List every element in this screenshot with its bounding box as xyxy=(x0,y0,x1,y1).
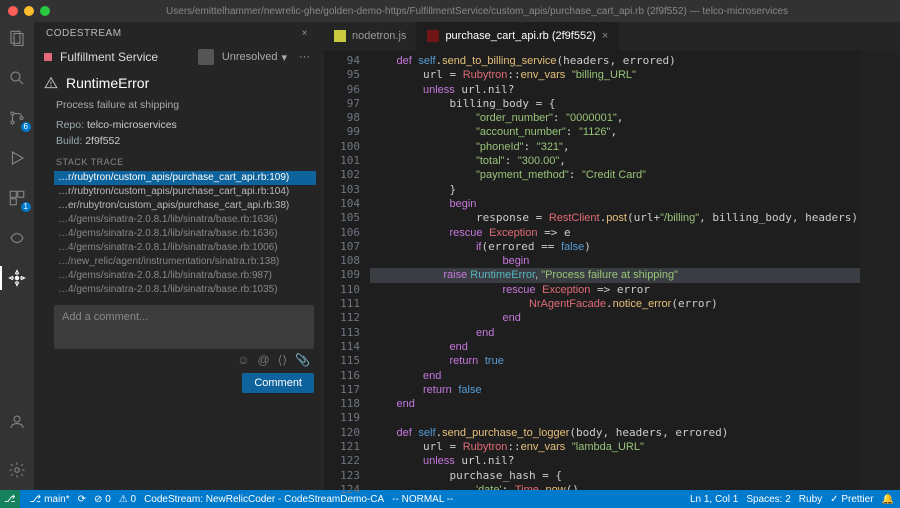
codestream-panel: CODESTREAM × Fulfillment Service Unresol… xyxy=(34,22,324,490)
run-debug-icon[interactable] xyxy=(5,146,29,170)
emoji-icon[interactable]: ☺ xyxy=(237,353,249,367)
search-icon[interactable] xyxy=(5,66,29,90)
stack-frame[interactable]: …4/gems/sinatra-2.0.8.1/lib/sinatra/base… xyxy=(54,283,316,297)
accounts-icon[interactable] xyxy=(5,410,29,434)
minimap[interactable] xyxy=(860,50,900,490)
status-bar: ⎇ ⎇ main* ⟳ ⊘ 0 ⚠ 0 CodeStream: NewRelic… xyxy=(0,490,900,508)
error-detail: Process failure at shipping xyxy=(34,97,324,117)
indent-setting[interactable]: Spaces: 2 xyxy=(746,494,790,505)
tab-label: purchase_cart_api.rb (2f9f552) xyxy=(445,30,595,42)
stack-trace-label: STACK TRACE xyxy=(34,149,324,171)
explorer-icon[interactable] xyxy=(5,26,29,50)
traffic-lights xyxy=(8,6,50,16)
stack-frame[interactable]: …/new_relic/agent/instrumentation/sinatr… xyxy=(54,255,316,269)
stack-frame[interactable]: …r/rubytron/custom_apis/purchase_cart_ap… xyxy=(54,171,316,185)
language-mode[interactable]: Ruby xyxy=(799,494,822,505)
close-panel-icon[interactable]: × xyxy=(298,28,312,39)
comment-toolbar: ☺ @ ⟨⟩ 📎 xyxy=(34,353,324,367)
service-name: Fulfillment Service xyxy=(60,50,190,64)
stack-frame[interactable]: …4/gems/sinatra-2.0.8.1/lib/sinatra/base… xyxy=(54,213,316,227)
close-window-icon[interactable] xyxy=(8,6,18,16)
problems-warnings[interactable]: ⚠ 0 xyxy=(119,494,136,505)
file-type-icon xyxy=(427,30,439,42)
tab-label: nodetron.js xyxy=(352,30,406,42)
settings-gear-icon[interactable] xyxy=(5,458,29,482)
assignee-avatar[interactable] xyxy=(198,49,214,65)
file-type-icon xyxy=(334,30,346,42)
window-titlebar: Users/emittelhammer/newrelic-ghe/golden-… xyxy=(0,0,900,22)
warning-icon xyxy=(44,76,58,90)
source-control-icon[interactable]: 6 xyxy=(5,106,29,130)
stack-frame[interactable]: …4/gems/sinatra-2.0.8.1/lib/sinatra/base… xyxy=(54,241,316,255)
line-gutter: 9495969798991001011021031041051061071081… xyxy=(324,50,370,490)
sidebar-icon-generic[interactable] xyxy=(5,226,29,250)
codestream-icon[interactable] xyxy=(5,266,29,290)
editor-tab[interactable]: nodetron.js xyxy=(324,22,417,50)
mention-icon[interactable]: @ xyxy=(257,353,269,367)
cursor-position[interactable]: Ln 1, Col 1 xyxy=(690,494,738,505)
repo-meta: Repo: telco-microservices xyxy=(34,117,324,133)
code-editor[interactable]: def self.send_to_billing_service(headers… xyxy=(370,50,860,490)
extensions-icon[interactable]: 1 xyxy=(5,186,29,210)
prettier-status[interactable]: ✓ Prettier xyxy=(830,494,873,505)
service-status-icon xyxy=(44,53,52,61)
status-dropdown[interactable]: Unresolved▾ xyxy=(222,51,287,64)
panel-title: CODESTREAM xyxy=(46,28,122,39)
comment-input[interactable]: Add a comment... xyxy=(54,305,314,349)
more-actions-icon[interactable]: ··· xyxy=(295,51,314,63)
code-icon[interactable]: ⟨⟩ xyxy=(278,353,287,367)
attach-icon[interactable]: 📎 xyxy=(295,353,310,367)
activity-bar: 6 1 xyxy=(0,22,34,490)
window-title: Users/emittelhammer/newrelic-ghe/golden-… xyxy=(62,6,892,17)
comment-button[interactable]: Comment xyxy=(242,373,314,393)
remote-indicator[interactable]: ⎇ xyxy=(0,490,20,508)
minimize-window-icon[interactable] xyxy=(24,6,34,16)
git-branch[interactable]: ⎇ main* xyxy=(30,494,70,505)
maximize-window-icon[interactable] xyxy=(40,6,50,16)
stack-frame[interactable]: …er/rubytron/custom_apis/purchase_cart_a… xyxy=(54,199,316,213)
error-name: RuntimeError xyxy=(66,75,149,91)
stack-trace: …r/rubytron/custom_apis/purchase_cart_ap… xyxy=(54,171,316,297)
stack-frame[interactable]: …4/gems/sinatra-2.0.8.1/lib/sinatra/base… xyxy=(54,227,316,241)
vim-mode: -- NORMAL -- xyxy=(392,494,453,505)
editor-area: nodetron.js purchase_cart_api.rb (2f9f552… xyxy=(324,22,900,490)
stack-frame[interactable]: …4/gems/sinatra-2.0.8.1/lib/sinatra/base… xyxy=(54,269,316,283)
problems-errors[interactable]: ⊘ 0 xyxy=(94,494,111,505)
chevron-down-icon: ▾ xyxy=(281,51,287,64)
editor-tab[interactable]: purchase_cart_api.rb (2f9f552) × xyxy=(417,22,619,50)
build-meta: Build: 2f9f552 xyxy=(34,133,324,149)
editor-tabs: nodetron.js purchase_cart_api.rb (2f9f552… xyxy=(324,22,900,50)
notifications-icon[interactable]: 🔔 xyxy=(882,494,894,505)
sync-icon[interactable]: ⟳ xyxy=(78,494,86,505)
close-tab-icon[interactable]: × xyxy=(602,30,608,42)
stack-frame[interactable]: …r/rubytron/custom_apis/purchase_cart_ap… xyxy=(54,185,316,199)
